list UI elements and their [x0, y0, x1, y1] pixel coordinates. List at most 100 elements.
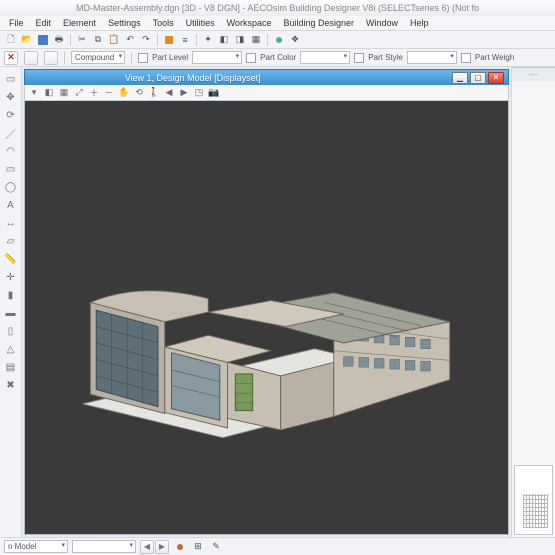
left-tool-palette: ▭ ✥ ⟳ ／ ◠ ▭ ◯ A ↔ ▱ 📏 ✛ ▮ ▬ ▯ △ ▤ ✖ [0, 67, 22, 537]
palette-button[interactable] [44, 51, 58, 65]
tool-icon[interactable]: ▦ [249, 33, 263, 47]
view-prev-icon[interactable]: ◀ [162, 86, 176, 100]
window-title: MD-Master-Assembly.dgn [3D - V8 DGN] - A… [76, 3, 479, 13]
model-combo[interactable]: n Model [4, 540, 68, 553]
print-icon[interactable]: 🖶 [52, 33, 66, 47]
palette-button[interactable] [24, 51, 38, 65]
style-icon[interactable]: ≡ [178, 33, 192, 47]
panel-tab[interactable]: ⋯ [512, 67, 555, 81]
zoom-in-icon[interactable]: ＋ [87, 86, 101, 100]
line-tool-icon[interactable]: ／ [3, 125, 19, 141]
slab-tool-icon[interactable]: ▬ [3, 305, 19, 321]
text-tool-icon[interactable]: A [3, 197, 19, 213]
snap-tool-icon[interactable]: ✛ [3, 269, 19, 285]
menu-building-designer[interactable]: Building Designer [278, 17, 359, 29]
menu-utilities[interactable]: Utilities [181, 17, 220, 29]
view-maximize-icon[interactable]: ▢ [470, 72, 486, 84]
mini-viewport-thumbnail[interactable] [514, 465, 553, 535]
menu-help[interactable]: Help [405, 17, 434, 29]
tool-icon[interactable]: ◧ [217, 33, 231, 47]
wall-tool-icon[interactable]: ▮ [3, 287, 19, 303]
status-icon[interactable] [173, 540, 187, 554]
menu-window[interactable]: Window [361, 17, 403, 29]
rotate-tool-icon[interactable]: ⟳ [3, 107, 19, 123]
fence-tool-icon[interactable]: ▱ [3, 233, 19, 249]
stair-tool-icon[interactable]: ▤ [3, 359, 19, 375]
view-window-titlebar[interactable]: View 1, Design Model [Displayset] ▁ ▢ ✕ [24, 69, 509, 85]
menu-tools[interactable]: Tools [148, 17, 179, 29]
dim-tool-icon[interactable]: ↔ [3, 215, 19, 231]
undo-icon[interactable]: ↶ [123, 33, 137, 47]
part-level-check[interactable] [138, 53, 148, 63]
part-color-check[interactable] [246, 53, 256, 63]
pan-icon[interactable]: ✋ [117, 86, 131, 100]
delete-tool-icon[interactable]: ✖ [3, 377, 19, 393]
status-icon[interactable]: ✎ [209, 540, 223, 554]
compound-combo[interactable]: Compound [71, 51, 125, 64]
rect-tool-icon[interactable]: ▭ [3, 161, 19, 177]
prev-view-icon[interactable]: ◀ [140, 540, 154, 554]
display-style-icon[interactable]: ◧ [42, 86, 56, 100]
move-tool-icon[interactable]: ✥ [3, 89, 19, 105]
close-palette-icon[interactable]: ✕ [4, 51, 18, 65]
parts-ribbon: ✕ Compound Part Level Part Color Part St… [0, 49, 555, 67]
right-panel: ⋯ [511, 67, 555, 537]
paste-icon[interactable]: 📋 [107, 33, 121, 47]
measure-tool-icon[interactable]: 📏 [3, 251, 19, 267]
3d-viewport[interactable] [24, 101, 509, 535]
separator [267, 34, 268, 46]
view-next-icon[interactable]: ▶ [177, 86, 191, 100]
fit-view-icon[interactable]: ⤢ [72, 86, 86, 100]
walk-icon[interactable]: 🚶 [147, 86, 161, 100]
clip-volume-icon[interactable]: ◳ [192, 86, 206, 100]
circle-tool-icon[interactable]: ◯ [3, 179, 19, 195]
arc-tool-icon[interactable]: ◠ [3, 143, 19, 159]
view-close-icon[interactable]: ✕ [488, 72, 504, 84]
roof-tool-icon[interactable]: △ [3, 341, 19, 357]
menu-edit[interactable]: Edit [31, 17, 57, 29]
view-group-combo[interactable] [72, 540, 136, 553]
part-style-check[interactable] [354, 53, 364, 63]
color-icon[interactable] [162, 33, 176, 47]
tool-icon[interactable]: ✦ [201, 33, 215, 47]
part-level-combo[interactable] [192, 51, 242, 64]
copy-icon[interactable]: ⧉ [91, 33, 105, 47]
part-color-label: Part Color [260, 53, 296, 62]
zoom-out-icon[interactable]: － [102, 86, 116, 100]
new-file-icon[interactable]: 🗋 [4, 33, 18, 47]
part-color-combo[interactable] [300, 51, 350, 64]
camera-icon[interactable]: 📷 [207, 86, 221, 100]
tool-icon[interactable]: ❖ [288, 33, 302, 47]
separator [64, 52, 65, 64]
open-file-icon[interactable]: 📂 [20, 33, 34, 47]
redo-icon[interactable]: ↷ [139, 33, 153, 47]
part-weight-label: Part Weigh [475, 53, 514, 62]
rotate-view-icon[interactable]: ⟲ [132, 86, 146, 100]
cut-icon[interactable]: ✂ [75, 33, 89, 47]
nav-arrows: ◀ ▶ [140, 540, 169, 554]
select-tool-icon[interactable]: ▭ [3, 71, 19, 87]
menu-settings[interactable]: Settings [103, 17, 146, 29]
view-toolbar: ▾ ◧ ▦ ⤢ ＋ － ✋ ⟲ 🚶 ◀ ▶ ◳ 📷 [24, 85, 509, 101]
save-icon[interactable] [36, 33, 50, 47]
work-area: ▭ ✥ ⟳ ／ ◠ ▭ ◯ A ↔ ▱ 📏 ✛ ▮ ▬ ▯ △ ▤ ✖ View… [0, 67, 555, 537]
tool-icon[interactable]: ◨ [233, 33, 247, 47]
part-weight-check[interactable] [461, 53, 471, 63]
menu-element[interactable]: Element [58, 17, 101, 29]
standard-toolbar: 🗋 📂 🖶 ✂ ⧉ 📋 ↶ ↷ ≡ ✦ ◧ ◨ ▦ ❖ [0, 31, 555, 49]
building-model [73, 222, 459, 460]
menu-workspace[interactable]: Workspace [222, 17, 277, 29]
next-view-icon[interactable]: ▶ [155, 540, 169, 554]
view-minimize-icon[interactable]: ▁ [452, 72, 468, 84]
wireframe-icon[interactable]: ▦ [57, 86, 71, 100]
column-tool-icon[interactable]: ▯ [3, 323, 19, 339]
menu-file[interactable]: File [4, 17, 29, 29]
view-window-title: View 1, Design Model [Displayset] [125, 73, 261, 83]
part-style-label: Part Style [368, 53, 403, 62]
separator [196, 34, 197, 46]
part-style-combo[interactable] [407, 51, 457, 64]
tool-icon[interactable] [272, 33, 286, 47]
status-icon[interactable]: ⊞ [191, 540, 205, 554]
view-attr-icon[interactable]: ▾ [27, 86, 41, 100]
menubar: File Edit Element Settings Tools Utiliti… [0, 16, 555, 31]
